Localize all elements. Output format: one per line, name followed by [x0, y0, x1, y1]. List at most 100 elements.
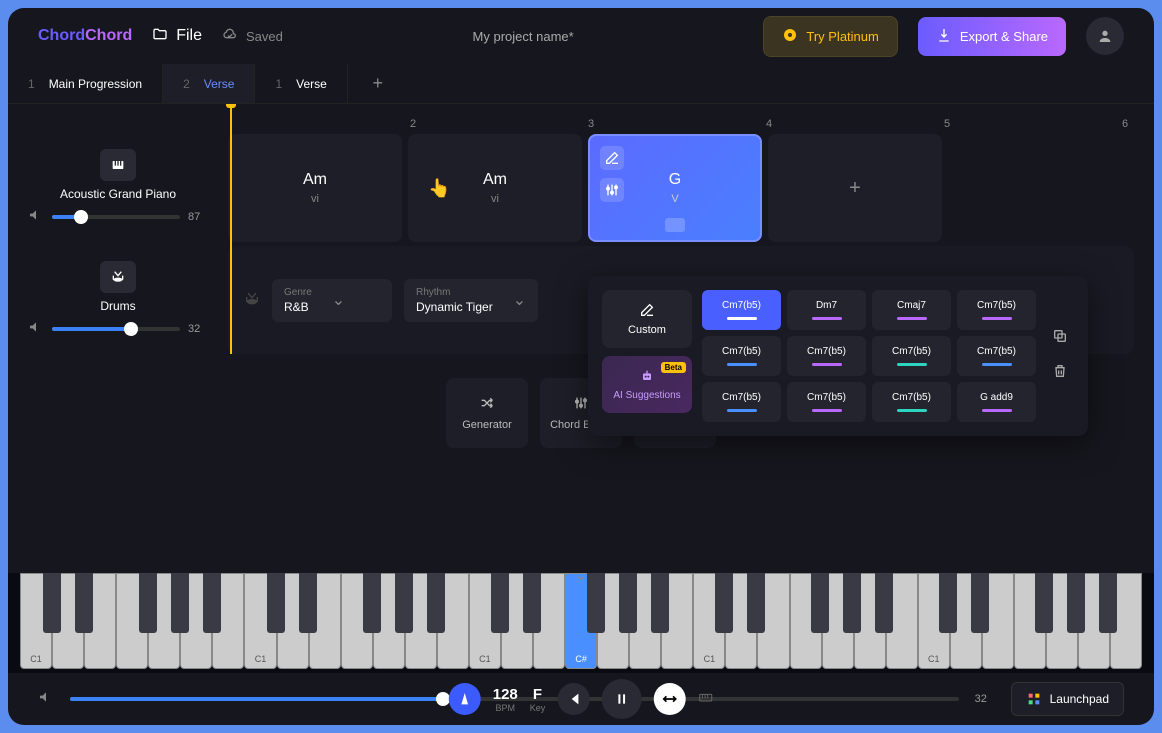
- saved-status: Saved: [222, 27, 283, 46]
- copy-icon[interactable]: [1052, 328, 1068, 349]
- piano-track: Acoustic Grand Piano 87 Amvi Amvi G V: [8, 134, 1154, 242]
- footer: 32 128BPM FKey Launchpad: [8, 673, 1154, 725]
- chord-block-selected[interactable]: G V: [588, 134, 762, 242]
- logo: ChordChord: [38, 27, 132, 45]
- volume-icon[interactable]: [38, 689, 54, 710]
- piano-collapse-toggle[interactable]: ⌄: [574, 565, 587, 585]
- file-menu[interactable]: File: [152, 26, 202, 47]
- bpm-display[interactable]: 128BPM: [493, 686, 518, 713]
- tab-verse-1[interactable]: 1Verse: [255, 64, 347, 103]
- drag-handle-icon[interactable]: [665, 218, 685, 232]
- chord-suggestion[interactable]: Cm7(b5): [872, 382, 951, 422]
- folder-icon: [152, 26, 168, 47]
- export-share-button[interactable]: Export & Share: [918, 17, 1066, 56]
- grid-icon: [1026, 691, 1042, 707]
- tab-main-progression[interactable]: 1Main Progression: [8, 64, 163, 103]
- download-icon: [936, 27, 952, 46]
- black-key[interactable]: [843, 573, 861, 633]
- keyboard-icon[interactable]: [697, 689, 713, 710]
- black-key[interactable]: [171, 573, 189, 633]
- piano-icon[interactable]: [100, 149, 136, 181]
- trash-icon[interactable]: [1052, 363, 1068, 384]
- genre-dropdown[interactable]: GenreR&B ⌄: [272, 279, 392, 322]
- rhythm-dropdown[interactable]: RhythmDynamic Tiger ⌄: [404, 279, 538, 322]
- chord-suggestion[interactable]: Cmaj7: [872, 290, 951, 330]
- cloud-check-icon: [222, 27, 238, 46]
- black-key[interactable]: [1067, 573, 1085, 633]
- black-key[interactable]: [939, 573, 957, 633]
- black-key[interactable]: [203, 573, 221, 633]
- edit-chord-icon[interactable]: [600, 146, 624, 170]
- black-key[interactable]: [491, 573, 509, 633]
- custom-tab[interactable]: Custom: [602, 290, 692, 348]
- user-icon: [1097, 28, 1113, 44]
- chord-suggestion[interactable]: Cm7(b5): [872, 336, 951, 376]
- black-key[interactable]: [715, 573, 733, 633]
- black-key[interactable]: [651, 573, 669, 633]
- chord-suggestion[interactable]: G add9: [957, 382, 1036, 422]
- chord-suggestion[interactable]: Cm7(b5): [957, 290, 1036, 330]
- previous-button[interactable]: [557, 683, 589, 715]
- pause-button[interactable]: [601, 679, 641, 719]
- shuffle-icon: [479, 395, 495, 411]
- chord-block[interactable]: Amvi: [228, 134, 402, 242]
- chevron-down-icon: ⌄: [332, 290, 345, 310]
- piano-track-head: Acoustic Grand Piano 87: [8, 134, 228, 242]
- black-key[interactable]: [139, 573, 157, 633]
- beta-badge: Beta: [661, 362, 686, 373]
- black-key[interactable]: [427, 573, 445, 633]
- metronome-icon: [457, 691, 473, 707]
- black-key[interactable]: [875, 573, 893, 633]
- drum-silhouette-icon: [244, 286, 260, 314]
- black-key[interactable]: [747, 573, 765, 633]
- loop-button[interactable]: [653, 683, 685, 715]
- chord-suggestion[interactable]: Cm7(b5): [702, 382, 781, 422]
- tab-add-button[interactable]: +: [348, 64, 408, 103]
- chord-suggestions-panel: Custom Beta AI Suggestions Cm7(b5)Dm7Cma…: [588, 276, 1088, 436]
- metronome-button[interactable]: [449, 683, 481, 715]
- section-tabs: 1Main Progression 2Verse 1Verse +: [8, 64, 1154, 104]
- tab-verse-2[interactable]: 2Verse: [163, 64, 255, 103]
- black-key[interactable]: [587, 573, 605, 633]
- ai-suggestions-tab[interactable]: Beta AI Suggestions: [602, 356, 692, 413]
- chord-suggestion[interactable]: Cm7(b5): [957, 336, 1036, 376]
- drums-track-head: Drums 32: [8, 246, 228, 354]
- drums-volume-slider[interactable]: [52, 327, 180, 331]
- disc-icon: [782, 27, 798, 46]
- black-key[interactable]: [971, 573, 989, 633]
- black-key[interactable]: [1099, 573, 1117, 633]
- volume-icon[interactable]: [28, 207, 44, 228]
- user-avatar[interactable]: [1086, 17, 1124, 55]
- black-key[interactable]: [395, 573, 413, 633]
- chord-settings-icon[interactable]: [600, 178, 624, 202]
- volume-icon[interactable]: [28, 319, 44, 340]
- project-name[interactable]: My project name*: [303, 29, 743, 44]
- loop-icon: [661, 691, 677, 707]
- header: ChordChord File Saved My project name* T…: [8, 8, 1154, 64]
- workspace: 2 3 4 5 6 Acoustic Grand Piano 87 Amvi A…: [8, 104, 1154, 573]
- chord-suggestion[interactable]: Cm7(b5): [702, 290, 781, 330]
- chord-suggestion[interactable]: Cm7(b5): [787, 336, 866, 376]
- black-key[interactable]: [811, 573, 829, 633]
- chord-suggestion[interactable]: Cm7(b5): [702, 336, 781, 376]
- black-key[interactable]: [619, 573, 637, 633]
- chord-suggestion[interactable]: Dm7: [787, 290, 866, 330]
- black-key[interactable]: [299, 573, 317, 633]
- black-key[interactable]: [43, 573, 61, 633]
- drums-icon[interactable]: [100, 261, 136, 293]
- piano-keyboard[interactable]: C1C1C1C#C1C1: [8, 573, 1154, 673]
- try-platinum-button[interactable]: Try Platinum: [763, 16, 897, 57]
- black-key[interactable]: [267, 573, 285, 633]
- key-display[interactable]: FKey: [530, 686, 546, 713]
- chord-suggestion[interactable]: Cm7(b5): [787, 382, 866, 422]
- black-key[interactable]: [1035, 573, 1053, 633]
- add-chord-button[interactable]: +: [768, 134, 942, 242]
- launchpad-button[interactable]: Launchpad: [1011, 682, 1124, 716]
- timeline-ruler[interactable]: 2 3 4 5 6: [228, 104, 1154, 134]
- piano-volume-slider[interactable]: [52, 215, 180, 219]
- black-key[interactable]: [75, 573, 93, 633]
- black-key[interactable]: [363, 573, 381, 633]
- playhead[interactable]: [230, 104, 232, 354]
- generator-tool[interactable]: Generator: [446, 378, 528, 448]
- black-key[interactable]: [523, 573, 541, 633]
